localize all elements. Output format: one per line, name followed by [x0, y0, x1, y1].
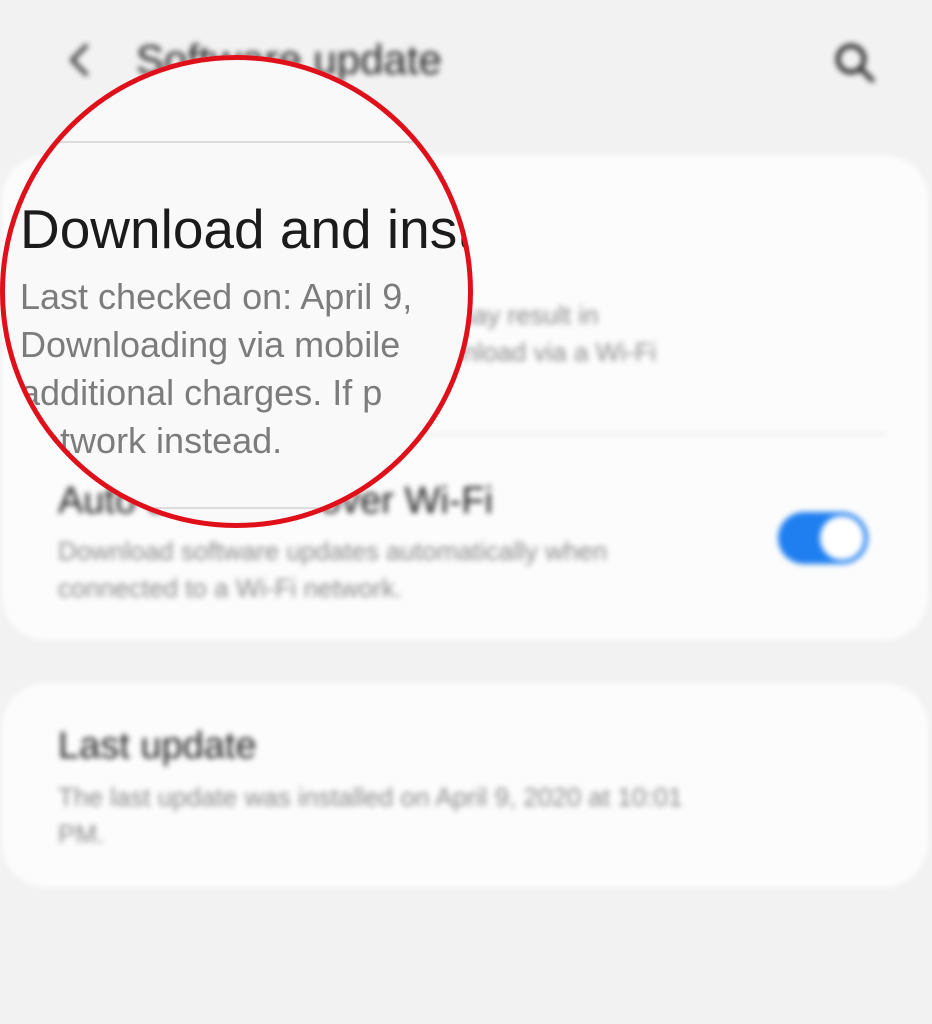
search-icon[interactable] — [830, 38, 878, 86]
last-update-line: PM. — [58, 819, 105, 849]
toggle-knob — [820, 516, 864, 560]
highlight-ring — [0, 55, 473, 528]
last-update-subtitle: The last update was installed on April 9… — [58, 779, 682, 853]
auto-download-toggle[interactable] — [778, 512, 868, 564]
auto-download-subtitle: Download software updates automatically … — [58, 533, 607, 607]
last-update-line: The last update was installed on April 9… — [58, 782, 683, 812]
back-arrow-icon[interactable] — [60, 40, 100, 80]
auto-download-line: connected to a Wi-Fi network. — [58, 573, 402, 603]
last-update-title: Last update — [58, 725, 257, 767]
last-update-card[interactable]: Last update The last update was installe… — [2, 683, 928, 887]
auto-download-line: Download software updates automatically … — [58, 536, 608, 566]
